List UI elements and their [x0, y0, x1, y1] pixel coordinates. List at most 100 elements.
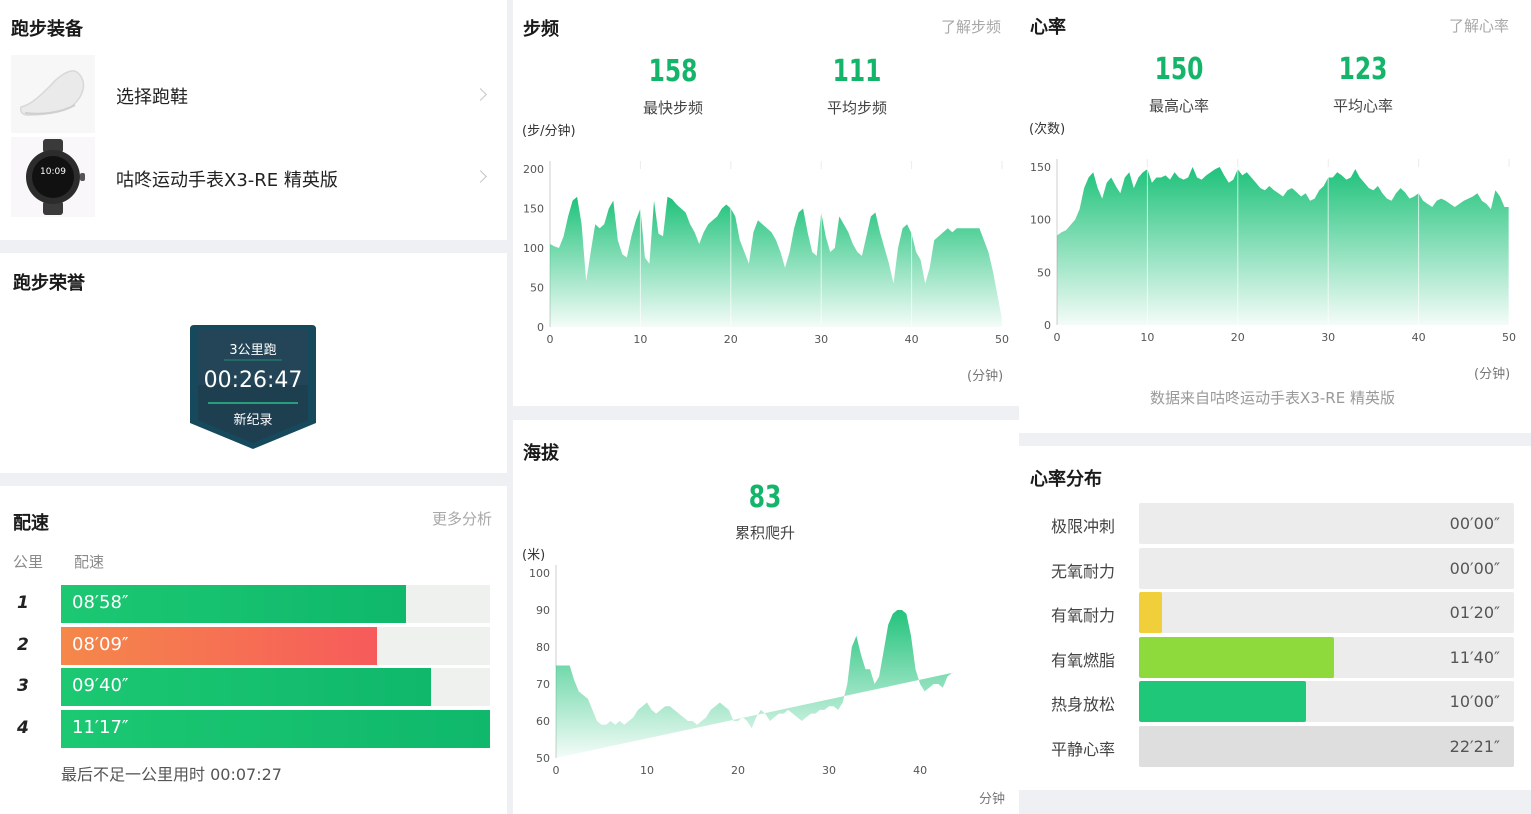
altitude-y-unit: (米)	[522, 548, 546, 563]
hr-zone-label: 有氧燃脂	[1051, 650, 1116, 670]
altitude-title: 海拔	[523, 443, 559, 464]
col-pace-header: 配速	[74, 553, 105, 571]
altitude-card: 海拔 83 累积爬升 (米) 50 60 70 80 90 100 0 10 20 30 40 分钟	[513, 420, 1019, 814]
cadence-x-unit: (分钟)	[967, 369, 1004, 384]
hr-zone-time: 00′00″	[1449, 558, 1500, 578]
pace-bar-fill: 09′40″	[61, 668, 431, 706]
pace-title: 配速	[13, 513, 49, 534]
hr-zone-fill	[1139, 636, 1334, 678]
hr-zone-track: 00′00″	[1139, 503, 1514, 544]
x-tick-label: 50	[995, 333, 1009, 346]
x-tick-label: 40	[913, 764, 927, 777]
cadence-max-label: 最快步频	[642, 99, 703, 117]
pace-row-km: 2	[17, 634, 29, 655]
x-tick-label: 20	[1231, 331, 1245, 344]
y-tick-label: 0	[537, 321, 544, 334]
pace-row-km: 3	[17, 676, 29, 696]
pace-bar-value: 08′09″	[72, 633, 129, 655]
hr-zone-track: 01′20″	[1139, 592, 1514, 633]
area-series	[1057, 167, 1509, 325]
heart-avg-label: 平均心率	[1332, 97, 1393, 115]
pace-bar-value: 08′58″	[72, 592, 129, 613]
cadence-avg-label: 平均步频	[826, 99, 887, 117]
hr-zone-track: 10′00″	[1139, 681, 1514, 722]
pace-bar-track: 08′09″	[61, 626, 490, 665]
more-analysis-link[interactable]: 更多分析	[432, 508, 492, 529]
heart-avg-value: 123	[1338, 52, 1388, 87]
cadence-max-value: 158	[648, 54, 698, 89]
altitude-chart: 50 60 70 80 90 100 0 10 20 30 40	[529, 565, 952, 777]
hr-zone-time: 10′00″	[1449, 692, 1500, 711]
pace-bar-fill: 11′17″	[61, 709, 490, 748]
cadence-y-unit: (步/分钟)	[522, 124, 576, 139]
pace-bar-fill: 08′58″	[61, 585, 407, 623]
hr-zones-card: 心率分布 极限冲刺 00′00″ 无氧耐力 00′00″ 有氧耐力 01′20″ 有氧燃脂 1…	[1019, 446, 1531, 790]
y-tick-label: 150	[1030, 161, 1051, 174]
badge-note: 新纪录	[233, 413, 273, 428]
x-tick-label: 10	[633, 333, 647, 346]
hr-zone-label: 平静心率	[1051, 739, 1116, 759]
hr-zone-time: 01′20″	[1449, 603, 1500, 622]
y-tick-label: 100	[523, 242, 544, 255]
x-tick-label: 30	[822, 764, 836, 777]
x-tick-label: 20	[724, 333, 738, 346]
y-tick-label: 50	[1037, 266, 1051, 279]
hr-zone-time: 00′00″	[1449, 514, 1500, 533]
chevron-right-icon	[474, 88, 487, 101]
watch-face-time: 10:09	[40, 167, 66, 177]
x-tick-label: 30	[1321, 331, 1335, 344]
gear-item-shoe[interactable]: 选择跑鞋	[0, 55, 507, 135]
pace-bar-track: 09′40″	[61, 668, 490, 706]
hr-zone-track: 00′00″	[1139, 547, 1514, 589]
learn-heart-link[interactable]: 了解心率	[1449, 15, 1509, 36]
hr-zone-label: 热身放松	[1051, 695, 1116, 714]
y-tick-label: 100	[529, 567, 550, 580]
gear-item-label: 选择跑鞋	[116, 87, 188, 108]
col-km-header: 公里	[13, 553, 44, 571]
watch-icon: 10:09	[11, 137, 95, 217]
x-tick-label: 30	[814, 333, 828, 346]
heart-title: 心率	[1030, 17, 1066, 38]
y-tick-label: 150	[523, 203, 544, 216]
badge-event: 3公里跑	[229, 343, 277, 358]
hr-zone-label: 极限冲刺	[1051, 517, 1116, 536]
hr-zone-track: 11′40″	[1139, 636, 1514, 678]
x-tick-label: 0	[547, 333, 554, 346]
y-tick-label: 200	[523, 163, 544, 176]
hr-zone-time: 11′40″	[1449, 647, 1500, 667]
heart-y-unit: (次数)	[1029, 122, 1066, 137]
x-tick-label: 40	[905, 333, 919, 346]
pace-card: 配速 更多分析 公里 配速 最后不足一公里用时 00:07:27 1 08′58″…	[0, 486, 507, 814]
y-tick-label: 0	[1044, 319, 1051, 332]
y-tick-label: 90	[536, 604, 550, 617]
shoe-icon	[11, 55, 95, 133]
heart-max-label: 最高心率	[1148, 97, 1209, 115]
x-tick-label: 40	[1412, 331, 1426, 344]
hr-zone-track: 22′21″	[1139, 725, 1514, 767]
area-series	[556, 610, 952, 758]
gear-card: 跑步装备 选择跑鞋 10:09 咕咚运动手表X3-RE 精英版	[0, 0, 507, 240]
pace-row-km: 1	[17, 593, 29, 613]
cadence-card: 步频 了解步频 158 最快步频 111 平均步频 (步/分钟) 0 50 100 1…	[513, 0, 1019, 406]
x-tick-label: 10	[1140, 331, 1154, 344]
pace-row-km: 4	[17, 717, 29, 738]
record-badge[interactable]: 3公里跑 00:26:47 新纪录	[190, 325, 316, 449]
gear-item-watch[interactable]: 10:09 咕咚运动手表X3-RE 精英版	[0, 137, 507, 217]
hr-zone-fill	[1139, 592, 1162, 633]
altitude-climb-value: 83	[748, 480, 782, 515]
heart-x-unit: (分钟)	[1474, 367, 1511, 382]
pace-bar-track: 08′58″	[61, 585, 490, 623]
cadence-avg-value: 111	[832, 54, 882, 89]
gear-title: 跑步装备	[11, 19, 83, 40]
learn-cadence-link[interactable]: 了解步频	[941, 16, 1001, 37]
x-tick-label: 0	[553, 764, 560, 777]
x-tick-label: 50	[1502, 331, 1516, 344]
heart-card: 心率 了解心率 150 最高心率 123 平均心率 (次数) 0 50 100 150…	[1019, 0, 1531, 433]
honor-title: 跑步荣誉	[13, 273, 85, 294]
gear-item-label: 咕咚运动手表X3-RE 精英版	[116, 170, 338, 191]
x-tick-label: 0	[1054, 331, 1061, 344]
cadence-chart: 0 50 100 150 200 0 10 20 30 40 50	[523, 161, 1009, 346]
heart-chart: 0 50 100 150 0 10 20 30 40 50	[1030, 159, 1516, 344]
pace-bar-value: 11′17″	[72, 716, 129, 738]
hr-zone-fill	[1139, 681, 1306, 722]
